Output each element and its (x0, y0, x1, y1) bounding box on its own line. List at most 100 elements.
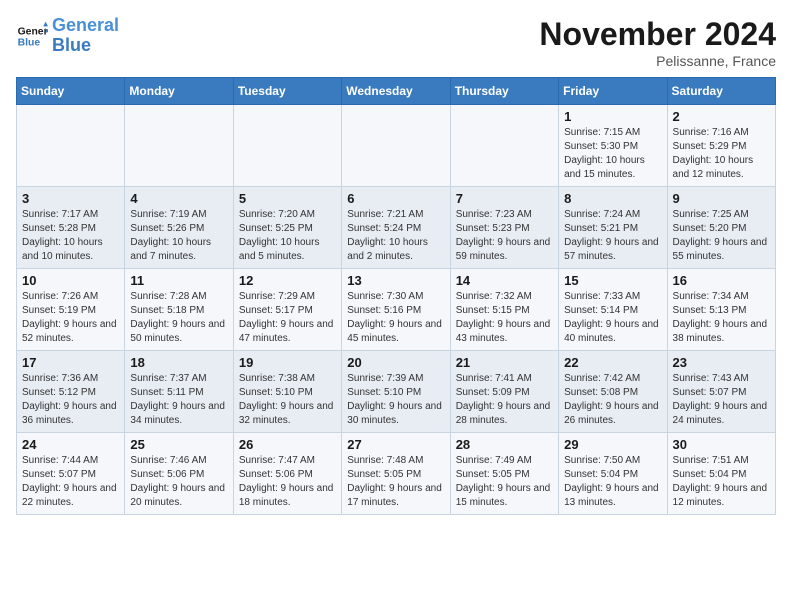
day-info: Sunrise: 7:24 AM Sunset: 5:21 PM Dayligh… (564, 208, 661, 264)
day-number: 2 (673, 109, 770, 124)
day-number: 21 (456, 355, 553, 370)
day-info: Sunrise: 7:43 AM Sunset: 5:07 PM Dayligh… (673, 372, 770, 428)
day-info: Sunrise: 7:23 AM Sunset: 5:23 PM Dayligh… (456, 208, 553, 264)
day-number: 4 (130, 191, 227, 206)
day-info: Sunrise: 7:37 AM Sunset: 5:11 PM Dayligh… (130, 372, 227, 428)
calendar-cell: 25 Sunrise: 7:46 AM Sunset: 5:06 PM Dayli… (125, 433, 233, 515)
day-number: 6 (347, 191, 444, 206)
weekday-header-sunday: Sunday (17, 78, 125, 105)
day-number: 22 (564, 355, 661, 370)
calendar-cell: 7 Sunrise: 7:23 AM Sunset: 5:23 PM Daylig… (450, 187, 558, 269)
calendar-cell: 17 Sunrise: 7:36 AM Sunset: 5:12 PM Dayli… (17, 351, 125, 433)
calendar-cell: 28 Sunrise: 7:49 AM Sunset: 5:05 PM Dayli… (450, 433, 558, 515)
logo-text: General Blue (52, 16, 119, 56)
day-info: Sunrise: 7:25 AM Sunset: 5:20 PM Dayligh… (673, 208, 770, 264)
calendar-cell: 19Sunrise: 7:38 AM Sunset: 5:10 PM Dayli… (233, 351, 341, 433)
day-info: Sunrise: 7:34 AM Sunset: 5:13 PM Dayligh… (673, 290, 770, 346)
calendar-cell: 14 Sunrise: 7:32 AM Sunset: 5:15 PM Dayli… (450, 269, 558, 351)
calendar-week-row: 24 Sunrise: 7:44 AM Sunset: 5:07 PM Dayli… (17, 433, 776, 515)
calendar-header: SundayMondayTuesdayWednesdayThursdayFrid… (17, 78, 776, 105)
calendar-cell: 29 Sunrise: 7:50 AM Sunset: 5:04 PM Dayli… (559, 433, 667, 515)
day-info: Sunrise: 7:17 AM Sunset: 5:28 PM Dayligh… (22, 208, 119, 264)
calendar-week-row: 3 Sunrise: 7:17 AM Sunset: 5:28 PM Daylig… (17, 187, 776, 269)
calendar-cell (233, 105, 341, 187)
day-number: 16 (673, 273, 770, 288)
calendar-week-row: 1 Sunrise: 7:15 AM Sunset: 5:30 PM Daylig… (17, 105, 776, 187)
day-info: Sunrise: 7:16 AM Sunset: 5:29 PM Dayligh… (673, 126, 770, 182)
day-info: Sunrise: 7:41 AM Sunset: 5:09 PM Dayligh… (456, 372, 553, 428)
day-number: 10 (22, 273, 119, 288)
calendar-cell: 27Sunrise: 7:48 AM Sunset: 5:05 PM Dayli… (342, 433, 450, 515)
day-number: 18 (130, 355, 227, 370)
calendar-cell (125, 105, 233, 187)
month-title: November 2024 (539, 16, 776, 53)
day-number: 24 (22, 437, 119, 452)
day-info: Sunrise: 7:49 AM Sunset: 5:05 PM Dayligh… (456, 454, 553, 510)
day-number: 8 (564, 191, 661, 206)
day-number: 28 (456, 437, 553, 452)
day-number: 25 (130, 437, 227, 452)
calendar-cell: 21 Sunrise: 7:41 AM Sunset: 5:09 PM Dayli… (450, 351, 558, 433)
day-info: Sunrise: 7:36 AM Sunset: 5:12 PM Dayligh… (22, 372, 119, 428)
day-number: 11 (130, 273, 227, 288)
calendar-cell: 15 Sunrise: 7:33 AM Sunset: 5:14 PM Dayli… (559, 269, 667, 351)
day-info: Sunrise: 7:32 AM Sunset: 5:15 PM Dayligh… (456, 290, 553, 346)
day-info: Sunrise: 7:28 AM Sunset: 5:18 PM Dayligh… (130, 290, 227, 346)
calendar-cell: 20 Sunrise: 7:39 AM Sunset: 5:10 PM Dayli… (342, 351, 450, 433)
day-info: Sunrise: 7:51 AM Sunset: 5:04 PM Dayligh… (673, 454, 770, 510)
page-header: General Blue General Blue November 2024 … (16, 16, 776, 69)
day-info: Sunrise: 7:33 AM Sunset: 5:14 PM Dayligh… (564, 290, 661, 346)
day-info: Sunrise: 7:26 AM Sunset: 5:19 PM Dayligh… (22, 290, 119, 346)
day-number: 27 (347, 437, 444, 452)
day-info: Sunrise: 7:29 AM Sunset: 5:17 PM Dayligh… (239, 290, 336, 346)
day-number: 30 (673, 437, 770, 452)
svg-text:Blue: Blue (18, 37, 41, 48)
calendar-cell: 30 Sunrise: 7:51 AM Sunset: 5:04 PM Dayli… (667, 433, 775, 515)
day-info: Sunrise: 7:50 AM Sunset: 5:04 PM Dayligh… (564, 454, 661, 510)
day-number: 1 (564, 109, 661, 124)
day-number: 26 (239, 437, 336, 452)
weekday-header-wednesday: Wednesday (342, 78, 450, 105)
calendar-cell: 1 Sunrise: 7:15 AM Sunset: 5:30 PM Daylig… (559, 105, 667, 187)
weekday-header-row: SundayMondayTuesdayWednesdayThursdayFrid… (17, 78, 776, 105)
calendar-week-row: 17 Sunrise: 7:36 AM Sunset: 5:12 PM Dayli… (17, 351, 776, 433)
day-number: 17 (22, 355, 119, 370)
day-number: 23 (673, 355, 770, 370)
day-number: 14 (456, 273, 553, 288)
weekday-header-thursday: Thursday (450, 78, 558, 105)
logo: General Blue General Blue (16, 16, 119, 56)
calendar-cell: 10 Sunrise: 7:26 AM Sunset: 5:19 PM Dayli… (17, 269, 125, 351)
calendar-cell (450, 105, 558, 187)
day-info: Sunrise: 7:44 AM Sunset: 5:07 PM Dayligh… (22, 454, 119, 510)
day-number: 20 (347, 355, 444, 370)
calendar-cell: 8 Sunrise: 7:24 AM Sunset: 5:21 PM Daylig… (559, 187, 667, 269)
day-number: 3 (22, 191, 119, 206)
day-number: 29 (564, 437, 661, 452)
calendar-cell: 22Sunrise: 7:42 AM Sunset: 5:08 PM Dayli… (559, 351, 667, 433)
day-info: Sunrise: 7:15 AM Sunset: 5:30 PM Dayligh… (564, 126, 661, 182)
day-number: 13 (347, 273, 444, 288)
calendar-table: SundayMondayTuesdayWednesdayThursdayFrid… (16, 77, 776, 515)
day-info: Sunrise: 7:21 AM Sunset: 5:24 PM Dayligh… (347, 208, 444, 264)
calendar-cell: 4Sunrise: 7:19 AM Sunset: 5:26 PM Daylig… (125, 187, 233, 269)
calendar-cell: 24 Sunrise: 7:44 AM Sunset: 5:07 PM Dayli… (17, 433, 125, 515)
day-number: 7 (456, 191, 553, 206)
day-number: 9 (673, 191, 770, 206)
calendar-cell: 26Sunrise: 7:47 AM Sunset: 5:06 PM Dayli… (233, 433, 341, 515)
calendar-cell: 3 Sunrise: 7:17 AM Sunset: 5:28 PM Daylig… (17, 187, 125, 269)
day-number: 5 (239, 191, 336, 206)
calendar-cell: 18 Sunrise: 7:37 AM Sunset: 5:11 PM Dayli… (125, 351, 233, 433)
day-info: Sunrise: 7:20 AM Sunset: 5:25 PM Dayligh… (239, 208, 336, 264)
calendar-cell: 9 Sunrise: 7:25 AM Sunset: 5:20 PM Daylig… (667, 187, 775, 269)
logo-blue: Blue (52, 35, 91, 55)
day-number: 15 (564, 273, 661, 288)
calendar-cell: 16 Sunrise: 7:34 AM Sunset: 5:13 PM Dayli… (667, 269, 775, 351)
logo-general: General (52, 15, 119, 35)
weekday-header-saturday: Saturday (667, 78, 775, 105)
day-info: Sunrise: 7:39 AM Sunset: 5:10 PM Dayligh… (347, 372, 444, 428)
weekday-header-friday: Friday (559, 78, 667, 105)
title-block: November 2024 Pelissanne, France (539, 16, 776, 69)
day-info: Sunrise: 7:46 AM Sunset: 5:06 PM Dayligh… (130, 454, 227, 510)
svg-text:General: General (18, 26, 48, 37)
day-number: 19 (239, 355, 336, 370)
